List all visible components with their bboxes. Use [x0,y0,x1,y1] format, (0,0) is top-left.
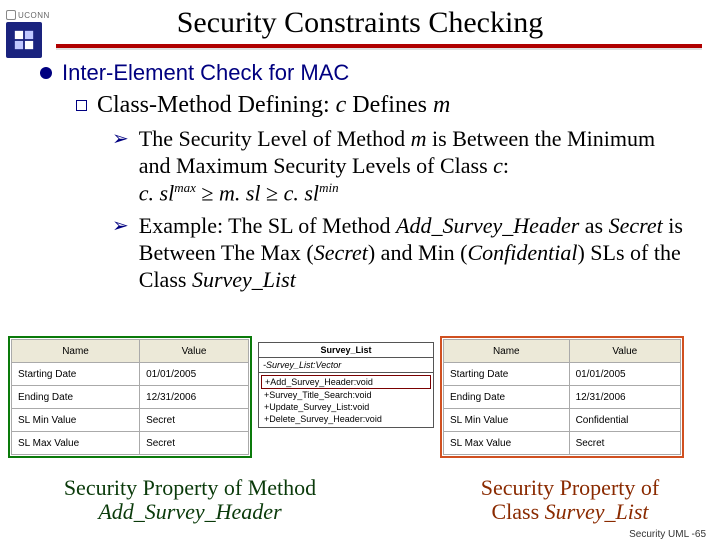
table-row: SL Max ValueSecret [444,432,681,455]
t: m [411,126,427,151]
method-props-wrap: Name Value Starting Date01/01/2005 Endin… [8,336,252,458]
cell: SL Max Value [12,432,140,455]
table-row: SL Min ValueSecret [12,409,249,432]
caption-left: Security Property of Method Add_Survey_H… [0,476,370,524]
cell: 12/31/2006 [140,386,249,409]
cap-text: Security Property of [481,475,659,500]
footer: Security UML -65 [629,529,706,540]
captions: Security Property of Method Add_Survey_H… [0,476,720,524]
uml-method-highlight: +Add_Survey_Header:void [261,375,431,389]
cap-text: Add_Survey_Header [98,499,281,524]
arrow-icon: ➢ [112,213,129,293]
cell: 01/01/2005 [140,363,249,386]
expr: c. sl [139,180,174,205]
cell: SL Min Value [12,409,140,432]
t: as [579,213,608,238]
logo-badge [6,22,42,58]
t: ) and Min ( [368,240,468,265]
l2-mid: Defines [346,92,433,118]
l3-2-text: Example: The SL of Method Add_Survey_Hea… [139,213,692,293]
class-props-table: Name Value Starting Date01/01/2005 Endin… [443,339,681,455]
cell: SL Max Value [444,432,570,455]
l2-pre: Class-Method Defining: [97,92,336,118]
logo-uconn: UCONN [6,10,52,20]
page-title: Security Constraints Checking [0,6,720,40]
method-props-table: Name Value Starting Date01/01/2005 Endin… [11,339,249,455]
bullet-dot-icon [40,67,52,79]
title-rule [56,44,702,48]
uml-class: Survey_List -Survey_List:Vector +Add_Sur… [258,342,434,428]
t: Confidential [467,240,577,265]
table-header: Name Value [444,340,681,363]
logo-text: UCONN [18,11,50,20]
cell: 12/31/2006 [569,386,680,409]
t: Add_Survey_Header [396,213,579,238]
uml-attr: -Survey_List:Vector [259,358,433,373]
cap-text: Survey_List [545,499,649,524]
cell: Starting Date [444,363,570,386]
t: c [493,153,503,178]
bullet-l1-text: Inter-Element Check for MAC [62,60,349,87]
t: Survey_List [192,267,296,292]
expr: ≥ [261,180,284,205]
col-name: Name [444,340,570,363]
l2-m: m [433,92,450,118]
cell: Ending Date [12,386,140,409]
table-row: Starting Date01/01/2005 [444,363,681,386]
table-row: SL Max ValueSecret [12,432,249,455]
expr: m. sl [219,180,261,205]
bullet-square-icon [76,100,87,111]
cap-text: Class [491,499,544,524]
t: Example: The SL of Method [139,213,396,238]
t: Secret [314,240,368,265]
cap-text: Security Property of Method [64,475,316,500]
table-header: Name Value [12,340,249,363]
uml-method: +Update_Survey_List:void [261,401,431,413]
uml-title: Survey_List [259,343,433,358]
slide: UCONN Security Constraints Checking Inte… [0,6,720,540]
cell: SL Min Value [444,409,570,432]
class-props-wrap: Name Value Starting Date01/01/2005 Endin… [440,336,684,458]
col-value: Value [569,340,680,363]
t: Secret [609,213,663,238]
uml-method: +Survey_Title_Search:void [261,389,431,401]
table-row: SL Min ValueConfidential [444,409,681,432]
panels: Name Value Starting Date01/01/2005 Endin… [8,336,712,458]
shield-icon [6,10,16,20]
l3-1-text: The Security Level of Method m is Betwee… [139,126,692,207]
expr: c. sl [284,180,319,205]
cell: Starting Date [12,363,140,386]
table-row: Ending Date12/31/2006 [12,386,249,409]
col-name: Name [12,340,140,363]
bullet-l2-text: Class-Method Defining: c Defines m [97,91,450,120]
uml-outer: Survey_List -Survey_List:Vector +Add_Sur… [258,342,434,428]
arrow-icon: ➢ [112,126,129,207]
expr: min [319,180,339,195]
cell: Confidential [569,409,680,432]
uml-method: +Delete_Survey_Header:void [261,413,431,425]
caption-right: Security Property of Class Survey_List [370,476,720,524]
table-row: Ending Date12/31/2006 [444,386,681,409]
body: Inter-Element Check for MAC Class-Method… [40,60,692,293]
bullet-l2: Class-Method Defining: c Defines m [76,91,692,120]
bullet-l3-2: ➢ Example: The SL of Method Add_Survey_H… [112,213,692,293]
cell: Secret [140,432,249,455]
expr: ≥ [196,180,219,205]
bullet-l3-1: ➢ The Security Level of Method m is Betw… [112,126,692,207]
table-row: Starting Date01/01/2005 [12,363,249,386]
cell: Ending Date [444,386,570,409]
engineering-icon [13,29,35,51]
logo-block: UCONN [6,10,52,58]
expr: max [174,180,196,195]
l2-c: c [336,92,347,118]
uml-methods: +Add_Survey_Header:void +Survey_Title_Se… [259,373,433,427]
bullet-l1: Inter-Element Check for MAC [40,60,692,87]
cell: 01/01/2005 [569,363,680,386]
cell: Secret [569,432,680,455]
cell: Secret [140,409,249,432]
t: : [503,153,509,178]
col-value: Value [140,340,249,363]
t: The Security Level of Method [139,126,411,151]
